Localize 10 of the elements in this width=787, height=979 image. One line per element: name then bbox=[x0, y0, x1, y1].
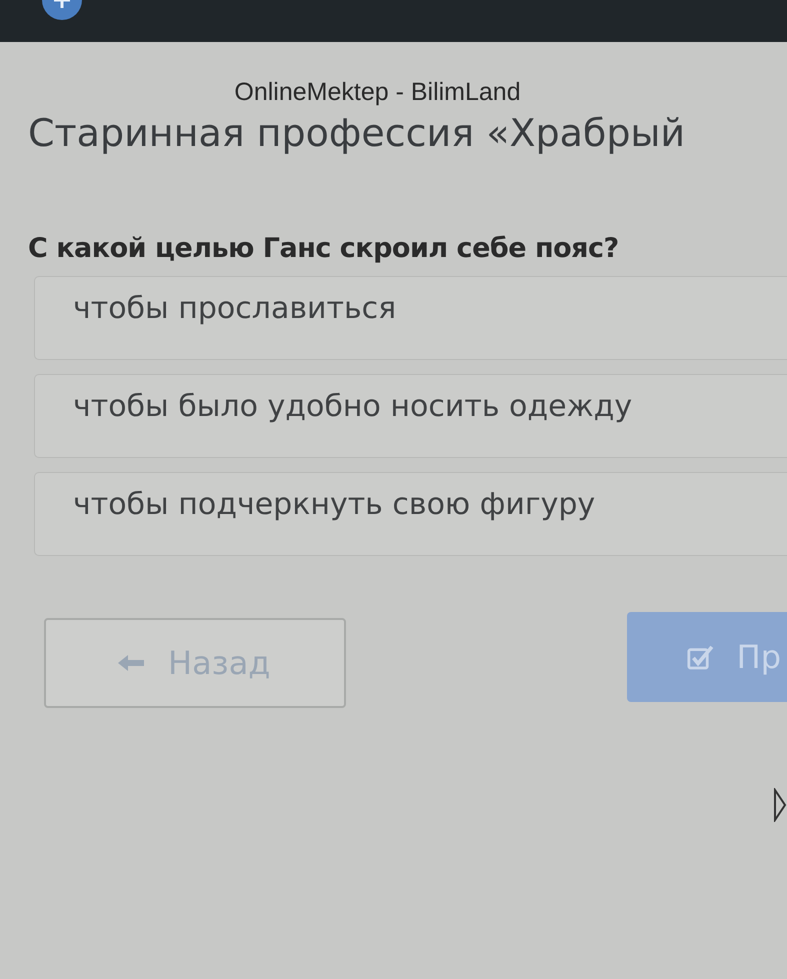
lesson-title: Старинная профессия «Храбрый bbox=[28, 111, 686, 155]
answer-option[interactable]: чтобы прославиться bbox=[34, 276, 787, 360]
question-text: С какой целью Ганс скроил себе пояс? bbox=[28, 233, 620, 264]
plus-icon[interactable] bbox=[40, 0, 84, 22]
answer-option[interactable]: чтобы подчеркнуть свою фигуру bbox=[34, 472, 787, 556]
play-icon[interactable] bbox=[773, 788, 787, 822]
arrow-left-icon bbox=[116, 653, 146, 673]
window-title: OnlineMektep - BilimLand bbox=[234, 78, 521, 107]
answer-option[interactable]: чтобы было удобно носить одежду bbox=[34, 374, 787, 458]
checkbox-icon bbox=[687, 643, 715, 671]
